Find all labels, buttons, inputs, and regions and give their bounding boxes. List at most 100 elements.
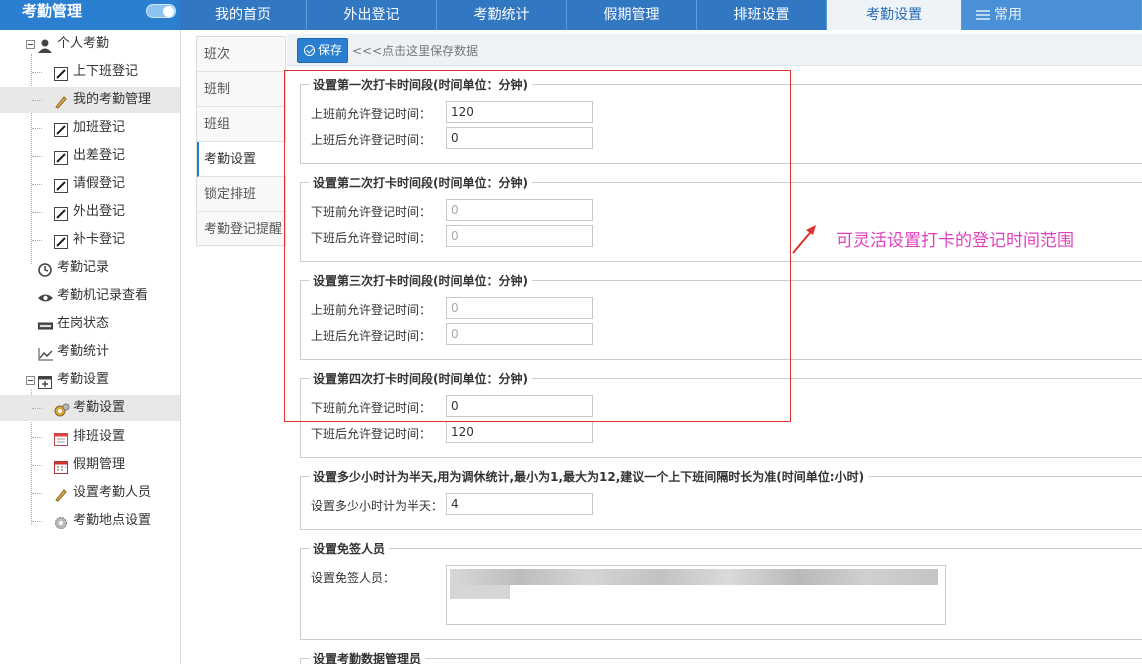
save-button[interactable]: 保存 xyxy=(297,38,348,63)
sidebar-item-on-duty-status[interactable]: 在岗状态 xyxy=(0,311,180,337)
menu-icon xyxy=(976,10,990,20)
tree-connector xyxy=(32,128,42,129)
tab-common[interactable]: 常用 xyxy=(962,0,1142,30)
tab-attendance-settings[interactable]: 考勤设置 xyxy=(827,0,962,30)
tab-shift-settings[interactable]: 排班设置 xyxy=(697,0,827,30)
edit-icon xyxy=(54,205,68,221)
half-day-hours-input[interactable]: 4 xyxy=(446,493,593,515)
chart-line-icon xyxy=(38,345,53,361)
sidebar-item-label: 假期管理 xyxy=(73,457,126,472)
group-legend: 设置免签人员 xyxy=(313,542,386,556)
subnav-label: 班次 xyxy=(204,47,231,62)
sidebar-item-my-attendance[interactable]: 我的考勤管理 xyxy=(0,87,180,113)
sidebar-item-label: 请假登记 xyxy=(73,176,126,191)
subnav-attendance-settings[interactable]: 考勤设置 xyxy=(197,142,286,177)
tab-holiday-management[interactable]: 假期管理 xyxy=(567,0,697,30)
tab-common-label: 常用 xyxy=(994,7,1022,23)
subnav-label: 锁定排班 xyxy=(204,187,257,202)
sidebar-item-outing-register[interactable]: 外出登记 xyxy=(0,199,180,225)
subnav-attendance-reminder[interactable]: 考勤登记提醒 xyxy=(197,212,286,247)
tab-shift-settings-label: 排班设置 xyxy=(733,7,790,23)
edit-icon xyxy=(54,177,68,193)
sidebar-item-clock-in-register[interactable]: 上下班登记 xyxy=(0,59,180,85)
tab-outing-register[interactable]: 外出登记 xyxy=(307,0,437,30)
sidebar-item-label: 排班设置 xyxy=(73,429,126,444)
edit-icon xyxy=(54,65,68,81)
pencil-icon xyxy=(54,93,68,109)
clock-icon xyxy=(38,261,52,277)
edit-icon xyxy=(54,233,68,249)
tree-connector xyxy=(32,184,42,185)
tab-attendance-settings-label: 考勤设置 xyxy=(866,7,922,23)
sidebar-item-label: 我的考勤管理 xyxy=(73,92,152,107)
highlight-frame xyxy=(284,70,791,422)
pencil-icon xyxy=(54,486,68,502)
sidebar-item-label: 考勤机记录查看 xyxy=(57,288,149,303)
sidebar-item-label: 在岗状态 xyxy=(57,316,110,331)
sidebar-item-label: 设置考勤人员 xyxy=(73,485,152,500)
sidebar-item-personal-attendance[interactable]: 个人考勤 xyxy=(0,31,180,57)
tree-connector xyxy=(32,408,42,409)
save-button-label: 保存 xyxy=(318,43,343,57)
blurred-names xyxy=(450,569,938,585)
subnav-shift-system[interactable]: 班制 xyxy=(197,72,286,107)
blurred-names xyxy=(450,585,510,599)
subnav-shift[interactable]: 班次 xyxy=(197,37,286,72)
tab-home-label: 我的首页 xyxy=(215,7,271,23)
tree-connector xyxy=(32,493,42,494)
collapse-icon[interactable] xyxy=(26,376,35,385)
field-label: 下班后允许登记时间： xyxy=(311,427,432,441)
sidebar-item-attendance-settings[interactable]: 考勤设置 xyxy=(0,395,180,421)
check-circle-icon xyxy=(304,45,315,56)
settings-subnav: 班次 班制 班组 考勤设置 锁定排班 考勤登记提醒 xyxy=(196,36,286,246)
sidebar-item-set-attendance-staff[interactable]: 设置考勤人员 xyxy=(0,480,180,506)
gear-icon xyxy=(54,514,68,529)
sidebar-item-label: 个人考勤 xyxy=(57,36,110,51)
sidebar-item-shift-settings[interactable]: 排班设置 xyxy=(0,424,180,450)
sidebar-item-leave-register[interactable]: 请假登记 xyxy=(0,171,180,197)
sidebar-item-attendance-settings-group[interactable]: 考勤设置 xyxy=(0,367,180,393)
tab-attendance-stats-label: 考勤统计 xyxy=(473,7,530,23)
sidebar-item-business-trip[interactable]: 出差登记 xyxy=(0,143,180,169)
sidebar: 个人考勤 上下班登记 我的考勤管理 加班登记 出差登记 请假登记 外出登记 补卡… xyxy=(0,30,181,664)
collapse-icon[interactable] xyxy=(26,40,35,49)
calendar-icon xyxy=(54,430,68,446)
tree-connector xyxy=(32,240,42,241)
tab-home[interactable]: 我的首页 xyxy=(180,0,307,30)
sidebar-item-overtime-register[interactable]: 加班登记 xyxy=(0,115,180,141)
tree-connector xyxy=(32,100,42,101)
tab-attendance-stats[interactable]: 考勤统计 xyxy=(437,0,567,30)
main-tabs: 我的首页 外出登记 考勤统计 假期管理 排班设置 考勤设置 常用 xyxy=(180,0,1142,30)
sidebar-item-device-records[interactable]: 考勤机记录查看 xyxy=(0,283,180,309)
sidebar-item-label: 考勤设置 xyxy=(73,400,126,415)
sidebar-item-label: 加班登记 xyxy=(73,120,126,135)
sidebar-item-label: 外出登记 xyxy=(73,204,126,219)
group-legend: 设置多少小时计为半天,用为调休统计,最小为1,最大为12,建议一个上下班间隔时长… xyxy=(313,470,865,484)
subnav-lock-schedule[interactable]: 锁定排班 xyxy=(197,177,286,212)
period4-after-end-input[interactable]: 120 xyxy=(446,421,593,443)
sidebar-item-label: 考勤记录 xyxy=(57,260,110,275)
gears-icon xyxy=(54,401,70,417)
tree-connector xyxy=(32,72,42,73)
sidebar-item-attendance-stats[interactable]: 考勤统计 xyxy=(0,339,180,365)
subnav-label: 班制 xyxy=(204,82,231,97)
save-hint: <<<点击这里保存数据 xyxy=(352,44,479,58)
sidebar-item-location-settings[interactable]: 考勤地点设置 xyxy=(0,508,180,534)
tree-connector xyxy=(32,521,42,522)
sidebar-item-missed-punch[interactable]: 补卡登记 xyxy=(0,227,180,253)
edit-icon xyxy=(54,149,68,165)
sidebar-item-label: 上下班登记 xyxy=(73,64,139,79)
app-title-text: 考勤管理 xyxy=(22,2,83,20)
card-icon xyxy=(38,317,53,331)
group-legend: 设置考勤数据管理员 xyxy=(313,652,422,664)
tree-connector xyxy=(32,437,42,438)
sidebar-item-attendance-records[interactable]: 考勤记录 xyxy=(0,255,180,281)
subnav-shift-group[interactable]: 班组 xyxy=(197,107,286,142)
sidebar-item-label: 出差登记 xyxy=(73,148,126,163)
sidebar-item-holiday-management[interactable]: 假期管理 xyxy=(0,452,180,478)
calendar-grid-icon xyxy=(54,458,68,474)
tree-connector xyxy=(32,465,42,466)
subnav-label: 考勤设置 xyxy=(204,152,257,167)
sidebar-item-label: 考勤设置 xyxy=(57,372,110,387)
sidebar-toggle-switch[interactable] xyxy=(146,4,176,18)
